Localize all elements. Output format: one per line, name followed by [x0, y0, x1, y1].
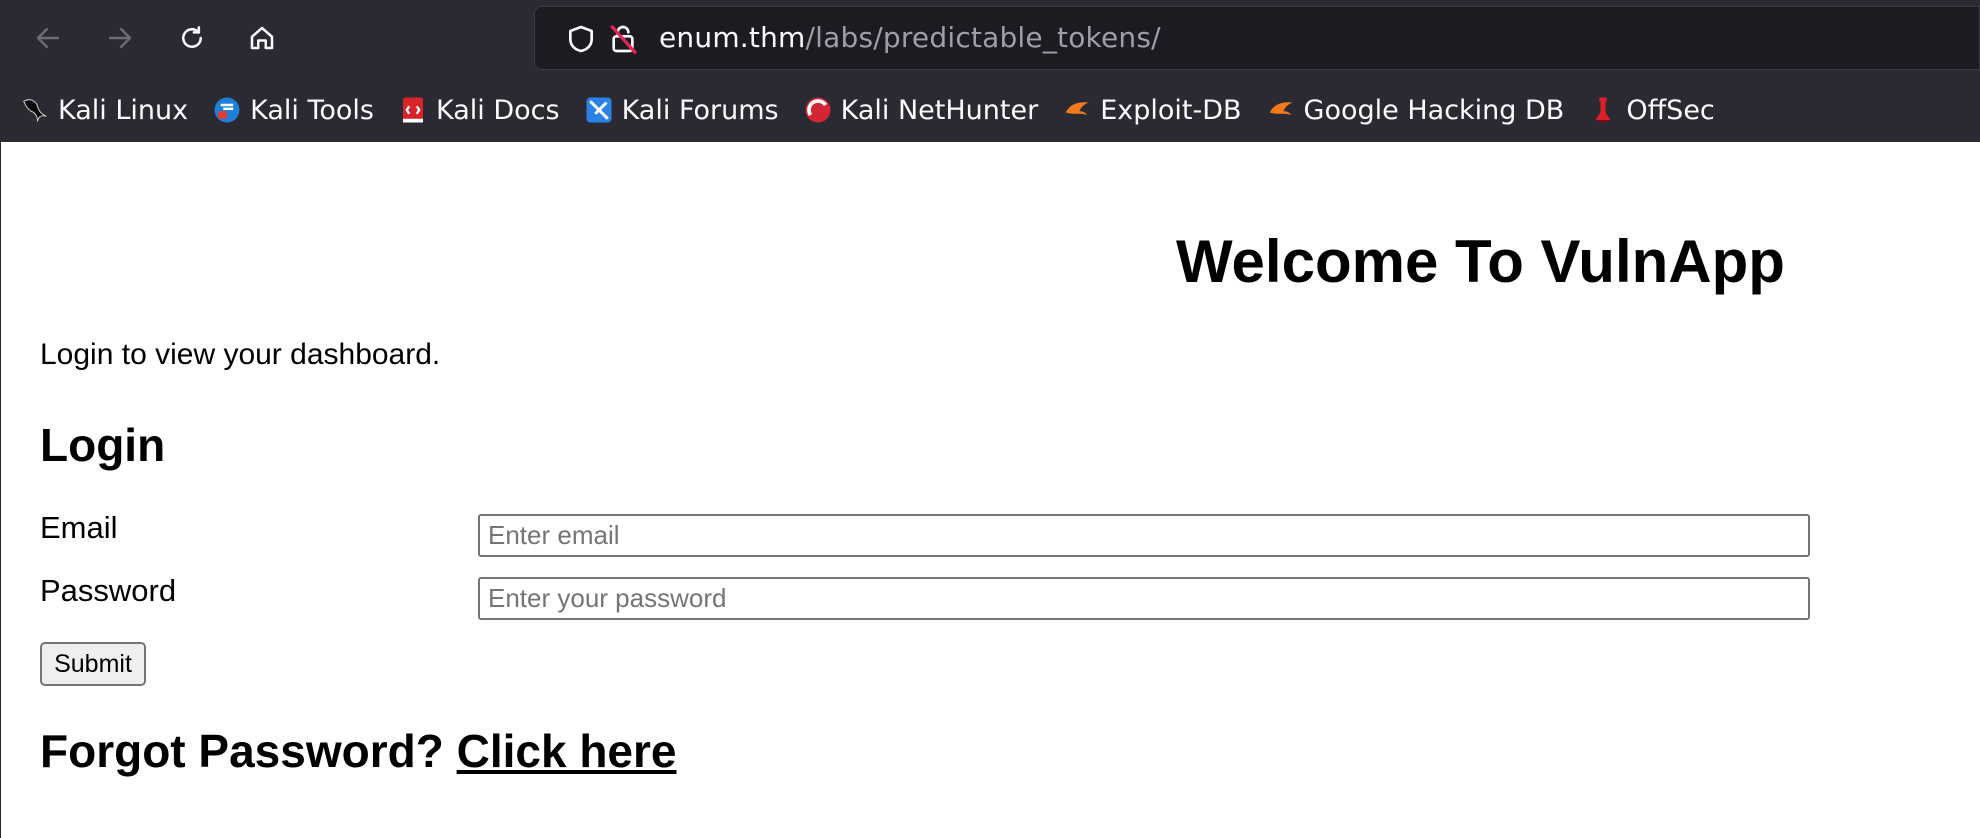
password-label: Password [40, 573, 177, 608]
forgot-password-text: Forgot Password? [40, 725, 444, 777]
bookmark-label: Kali Linux [58, 94, 189, 126]
bookmark-kali-linux[interactable]: Kali Linux [20, 95, 188, 126]
kali-forums-icon [584, 95, 614, 125]
url-host: enum.thm [659, 21, 806, 54]
ghdb-icon [1266, 95, 1296, 125]
bookmark-label: Exploit-DB [1100, 94, 1242, 126]
submit-button[interactable]: Submit [40, 642, 146, 686]
page-content: Welcome To VulnApp Login to view your da… [0, 142, 1980, 838]
home-icon [250, 26, 274, 50]
bookmark-kali-docs[interactable]: Kali Docs [398, 95, 560, 126]
bookmark-exploit-db[interactable]: Exploit-DB [1062, 94, 1242, 126]
bookmark-kali-nethunter[interactable]: Kali NetHunter [803, 94, 1039, 126]
kali-nethunter-icon [803, 95, 833, 125]
bookmark-kali-forums[interactable]: Kali Forums [584, 95, 779, 126]
exploit-db-icon [1062, 95, 1092, 125]
reload-button[interactable] [170, 16, 214, 60]
arrow-right-icon [108, 28, 132, 48]
forgot-password-heading: Forgot Password? Click here [40, 724, 677, 778]
bookmark-kali-tools[interactable]: Kali Tools [212, 95, 374, 126]
reload-icon [182, 26, 202, 48]
insecure-lock-icon[interactable] [607, 23, 639, 55]
forward-button[interactable] [98, 16, 142, 60]
shield-icon[interactable] [565, 23, 597, 55]
bookmark-label: Kali NetHunter [840, 94, 1039, 126]
password-field[interactable] [478, 577, 1810, 620]
kali-docs-icon [398, 95, 428, 125]
browser-toolbar: enum.thm/labs/predictable_tokens/ Kali L… [0, 0, 1980, 142]
back-button[interactable] [26, 16, 70, 60]
bookmark-label: OffSec [1626, 94, 1715, 126]
url-bar[interactable]: enum.thm/labs/predictable_tokens/ [534, 6, 1980, 70]
home-button[interactable] [240, 16, 284, 60]
arrow-left-icon [36, 28, 60, 48]
offsec-icon [1588, 95, 1618, 125]
bookmark-label: Kali Docs [435, 94, 560, 126]
url-path: /labs/predictable_tokens/ [805, 21, 1161, 54]
bookmark-label: Kali Tools [250, 94, 374, 126]
email-label: Email [40, 510, 118, 545]
kali-dragon-icon [20, 95, 50, 125]
bookmark-label: Kali Forums [621, 94, 779, 126]
page-title: Welcome To VulnApp [1176, 228, 1785, 295]
url-text[interactable]: enum.thm/labs/predictable_tokens/ [659, 21, 1161, 55]
login-heading: Login [40, 419, 166, 471]
bookmark-google-hacking-db[interactable]: Google Hacking DB [1266, 94, 1565, 126]
bookmark-offsec[interactable]: OffSec [1588, 94, 1715, 126]
intro-text: Login to view your dashboard. [40, 338, 441, 371]
bookmarks-toolbar: Kali Linux Kali Tools Kali Docs Kali For… [20, 90, 1739, 130]
email-field[interactable] [478, 514, 1810, 557]
kali-tools-icon [212, 95, 242, 125]
bookmark-label: Google Hacking DB [1303, 94, 1565, 126]
forgot-password-link[interactable]: Click here [457, 725, 677, 777]
